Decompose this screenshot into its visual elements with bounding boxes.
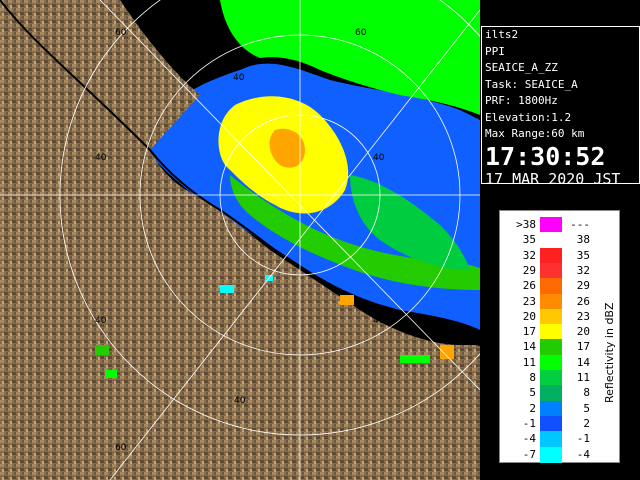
legend-high-value: 5: [583, 401, 590, 415]
legend-high-value: 35: [576, 248, 590, 262]
prf-value: PRF: 1800Hz: [485, 94, 558, 107]
legend-low-value: 2: [529, 401, 536, 415]
echo-inland-3: [95, 345, 109, 355]
legend-low-value: 35: [522, 233, 536, 247]
legend-row: -7 -4: [500, 446, 619, 463]
legend-color-swatch: [540, 370, 562, 386]
product-name: SEAICE_A_ZZ: [485, 61, 558, 74]
legend-color-swatch: [540, 293, 562, 310]
legend-high-value: 14: [576, 355, 590, 369]
max-range-value: Max Range:60 km: [485, 127, 585, 140]
legend-row: 25: [500, 400, 619, 417]
range-label-9: 60: [115, 443, 127, 453]
legend-color-swatch: [540, 415, 562, 432]
legend-color-swatch: [540, 232, 562, 249]
legend-row: 32 35: [500, 247, 619, 264]
echo-inland-5: [340, 295, 354, 305]
scan-date: 17 MAR 2020 JST: [485, 169, 621, 188]
legend-low-value: 26: [522, 279, 536, 293]
legend-high-value: 11: [576, 371, 590, 384]
echo-inland-4: [105, 370, 117, 378]
legend-color-swatch: [540, 354, 562, 371]
radar-map: 60 60 40 40 40 40 40 40 60: [0, 0, 480, 480]
legend-row: 20 23: [500, 308, 619, 325]
legend-color-swatch: [540, 431, 562, 448]
legend-high-value: 2: [583, 416, 590, 430]
elevation-value: Elevation:1.2: [485, 110, 572, 124]
legend-color-swatch: [540, 446, 562, 463]
legend-color-swatch: [540, 324, 562, 341]
legend-row: 23 26: [500, 293, 619, 310]
legend-row: 14 17: [500, 339, 619, 356]
legend-row: 29 32: [500, 262, 619, 279]
range-label-6: 40: [95, 316, 107, 326]
legend-low-value: 17: [522, 325, 536, 339]
legend-row: 58: [500, 385, 619, 402]
legend-low-value: 29: [522, 263, 536, 277]
range-label-1: 60: [115, 28, 127, 38]
legend-row: 17 20: [500, 324, 619, 341]
range-label-7: 40: [373, 316, 385, 326]
legend-high-value: 26: [576, 294, 590, 308]
legend-high-value: ---: [570, 218, 590, 231]
legend-high-value: 20: [576, 325, 590, 339]
legend-high-value: 29: [576, 279, 590, 293]
range-label-8: 40: [234, 396, 246, 406]
legend-low-value: 23: [522, 294, 536, 308]
legend-low-value: 5: [529, 386, 536, 400]
legend-high-value: 32: [576, 263, 590, 277]
legend-color-swatch: [540, 308, 562, 325]
legend-color-swatch: [540, 385, 562, 402]
legend-color-swatch: [540, 247, 562, 264]
scan-time: 17:30:52: [485, 141, 606, 171]
legend-row: -4 -1: [500, 431, 619, 448]
echo-inland-6: [440, 345, 454, 359]
legend-low-value: 11: [522, 355, 536, 369]
range-label-4: 40: [95, 153, 107, 163]
legend-low-value: 8: [529, 371, 536, 384]
legend-low-value: 14: [522, 340, 536, 354]
radar-ppi-image: 60 60 40 40 40 40 40 40 60: [0, 0, 480, 480]
legend-low-value: 32: [522, 248, 536, 262]
legend-row: 11 14: [500, 354, 619, 371]
legend-color-swatch: [540, 400, 562, 417]
legend-row: >38 ---: [500, 217, 619, 233]
legend-high-value: -4: [576, 447, 590, 461]
range-label-3: 40: [233, 73, 245, 83]
legend-high-value: 17: [576, 340, 590, 354]
task-name: Task: SEAICE_A: [485, 77, 578, 91]
legend-color-swatch: [540, 339, 562, 356]
color-legend: >38 --- 35 38 32 35 29 32 26 29 23 26 20 23 17 20 14 17 11…: [499, 210, 620, 463]
legend-high-value: -1: [576, 432, 590, 446]
range-label-2: 60: [355, 28, 367, 38]
info-panel: ilts2 PPI SEAICE_A_ZZ Task: SEAICE_A PRF…: [481, 26, 640, 188]
echo-inland-7: [400, 355, 430, 363]
range-label-5: 40: [373, 153, 385, 163]
legend-color-swatch: [540, 217, 562, 233]
legend-low-value: -7: [522, 447, 536, 461]
legend-low-value: -1: [522, 416, 536, 430]
legend-row: 35 38: [500, 232, 619, 249]
legend-low-value: >38: [516, 218, 536, 231]
legend-high-value: 23: [576, 309, 590, 323]
legend-title: Reflectivity in dBZ: [603, 302, 616, 403]
legend-low-value: -4: [522, 432, 536, 446]
legend-high-value: 38: [576, 233, 590, 247]
scan-type: PPI: [485, 44, 505, 58]
site-name: ilts2: [485, 28, 519, 41]
legend-color-swatch: [540, 262, 562, 279]
legend-color-swatch: [540, 278, 562, 295]
legend-row: 26 29: [500, 278, 619, 295]
legend-high-value: 8: [583, 386, 590, 400]
echo-inland-1: [220, 285, 234, 293]
legend-row: -1 2: [500, 415, 619, 432]
legend-row: 8 11: [500, 370, 619, 386]
legend-low-value: 20: [522, 309, 536, 323]
